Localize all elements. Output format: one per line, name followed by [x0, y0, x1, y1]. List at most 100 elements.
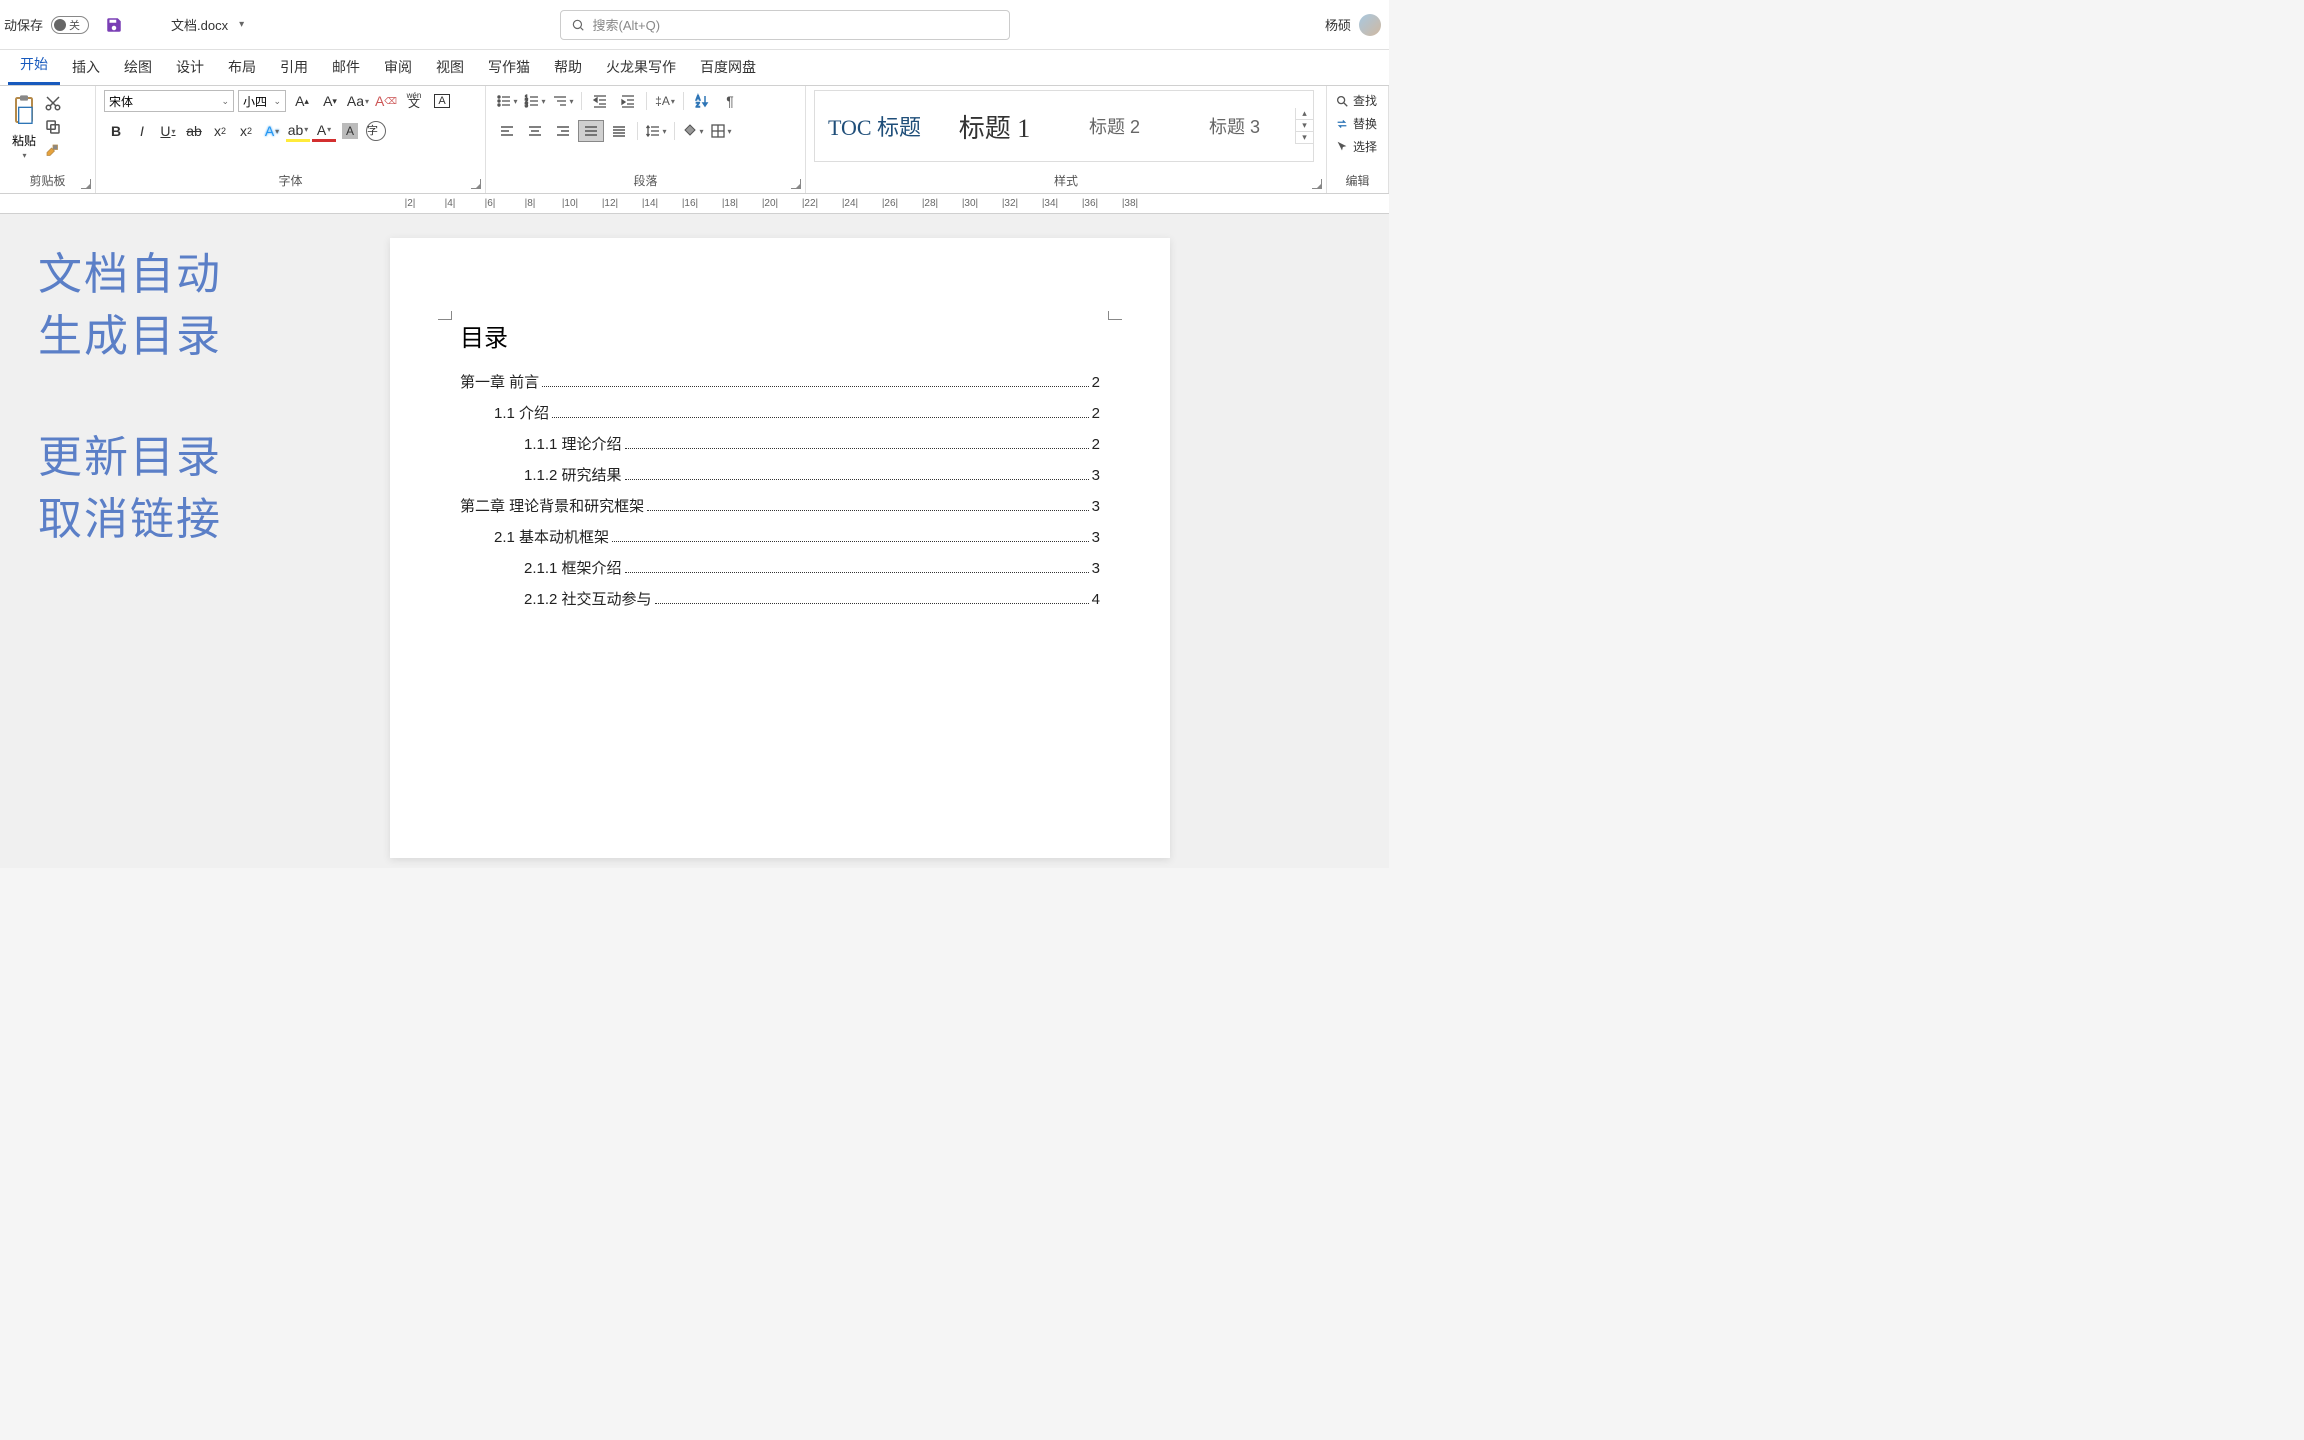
borders-button[interactable]: ▾: [708, 120, 734, 142]
font-launcher[interactable]: [471, 179, 481, 189]
sort-button[interactable]: AZ: [689, 90, 715, 112]
tab-百度网盘[interactable]: 百度网盘: [688, 49, 768, 85]
text-effects-button[interactable]: A▾: [260, 120, 284, 142]
enclose-char-button[interactable]: 字: [364, 120, 388, 142]
select-button[interactable]: 选择: [1335, 138, 1377, 155]
highlight-button[interactable]: ab▾: [286, 120, 310, 142]
gallery-down-button[interactable]: ▾: [1296, 120, 1313, 132]
change-case-button[interactable]: Aa▾: [346, 90, 370, 112]
shading-button[interactable]: ▾: [680, 120, 706, 142]
font-color-button[interactable]: A▾: [312, 120, 336, 142]
style-heading1[interactable]: 标题 1: [935, 91, 1055, 161]
toc-entry[interactable]: 1.1.1 理论介绍2: [460, 433, 1100, 454]
username-label[interactable]: 杨硕: [1325, 15, 1351, 34]
document-area[interactable]: 目录 第一章 前言2 1.1 介绍2 1.1.1 理论介绍2 1.1.2 研究结果3 第…: [370, 214, 1389, 868]
font-size-select[interactable]: 小四⌄: [238, 90, 286, 112]
toc-title[interactable]: 目录: [460, 318, 1100, 353]
decrease-indent-button[interactable]: [587, 90, 613, 112]
superscript-button[interactable]: x2: [234, 120, 258, 142]
gallery-up-button[interactable]: ▴: [1296, 108, 1313, 120]
strikethrough-button[interactable]: ab: [182, 120, 206, 142]
grow-font-button[interactable]: A▴: [290, 90, 314, 112]
avatar[interactable]: [1359, 14, 1381, 36]
paragraph-group-label: 段落: [494, 172, 797, 191]
bullets-button[interactable]: ▾: [494, 90, 520, 112]
tab-审阅[interactable]: 审阅: [372, 49, 424, 85]
char-shading-button[interactable]: A: [338, 120, 362, 142]
ruler-mark: |38|: [1110, 198, 1150, 209]
toc-entry[interactable]: 2.1.2 社交互动参与4: [460, 588, 1100, 609]
search-box[interactable]: 搜索(Alt+Q): [560, 10, 1010, 40]
tab-设计[interactable]: 设计: [164, 49, 216, 85]
replace-button[interactable]: 替换: [1335, 115, 1377, 132]
autosave-label: 动保存: [4, 15, 43, 34]
save-icon[interactable]: [105, 16, 123, 34]
gallery-more-button[interactable]: ▾: [1296, 132, 1313, 144]
tab-插入[interactable]: 插入: [60, 49, 112, 85]
tab-帮助[interactable]: 帮助: [542, 49, 594, 85]
tab-视图[interactable]: 视图: [424, 49, 476, 85]
toc-leader-dots: [542, 386, 1088, 387]
paste-button[interactable]: 粘贴 ▾: [8, 90, 40, 160]
style-toc-heading[interactable]: TOC 标题: [815, 91, 935, 161]
italic-button[interactable]: I: [130, 120, 154, 142]
search-icon: [571, 18, 585, 32]
multilevel-button[interactable]: ▾: [550, 90, 576, 112]
tab-邮件[interactable]: 邮件: [320, 49, 372, 85]
toggle-knob-icon: [54, 19, 66, 31]
page-corner-icon: [438, 306, 452, 320]
style-heading3[interactable]: 标题 3: [1175, 91, 1295, 161]
tab-绘图[interactable]: 绘图: [112, 49, 164, 85]
toc-entry-page: 3: [1092, 529, 1100, 546]
toc-entry-page: 2: [1092, 374, 1100, 391]
underline-button[interactable]: U▾: [156, 120, 180, 142]
toc-entry[interactable]: 1.1 介绍2: [460, 402, 1100, 423]
toc-entry[interactable]: 第一章 前言2: [460, 371, 1100, 392]
clipboard-launcher[interactable]: [81, 179, 91, 189]
toc-leader-dots: [625, 572, 1089, 573]
document-page[interactable]: 目录 第一章 前言2 1.1 介绍2 1.1.1 理论介绍2 1.1.2 研究结果3 第…: [390, 238, 1170, 858]
format-painter-icon[interactable]: [44, 142, 62, 160]
char-border-button[interactable]: A: [430, 90, 454, 112]
copy-icon[interactable]: [44, 118, 62, 136]
clear-format-button[interactable]: A⌫: [374, 90, 398, 112]
align-center-button[interactable]: [522, 120, 548, 142]
paragraph-launcher[interactable]: [791, 179, 801, 189]
toc-entry-page: 2: [1092, 436, 1100, 453]
line-spacing-button[interactable]: ▾: [643, 120, 669, 142]
align-distribute-button[interactable]: [606, 120, 632, 142]
toc-entry[interactable]: 2.1.1 框架介绍3: [460, 557, 1100, 578]
tab-布局[interactable]: 布局: [216, 49, 268, 85]
toc-entry-text: 2.1.1 框架介绍: [524, 557, 622, 578]
bold-button[interactable]: B: [104, 120, 128, 142]
tab-开始[interactable]: 开始: [8, 46, 60, 85]
cut-icon[interactable]: [44, 94, 62, 112]
tab-引用[interactable]: 引用: [268, 49, 320, 85]
subscript-button[interactable]: x2: [208, 120, 232, 142]
tab-写作猫[interactable]: 写作猫: [476, 49, 542, 85]
filename-label[interactable]: 文档.docx: [171, 15, 228, 34]
asian-layout-button[interactable]: ‡A▾: [652, 90, 678, 112]
styles-launcher[interactable]: [1312, 179, 1322, 189]
align-left-button[interactable]: [494, 120, 520, 142]
autosave-toggle[interactable]: 关: [51, 16, 89, 34]
increase-indent-button[interactable]: [615, 90, 641, 112]
toc-entry[interactable]: 第二章 理论背景和研究框架3: [460, 495, 1100, 516]
find-button[interactable]: 查找: [1335, 92, 1377, 109]
numbering-button[interactable]: 123▾: [522, 90, 548, 112]
font-name-select[interactable]: 宋体⌄: [104, 90, 234, 112]
toc-entry-page: 2: [1092, 405, 1100, 422]
filename-dropdown-icon[interactable]: ▾: [239, 19, 244, 30]
toc-entry[interactable]: 2.1 基本动机框架3: [460, 526, 1100, 547]
show-marks-button[interactable]: ¶: [717, 90, 743, 112]
phonetic-guide-button[interactable]: wén文: [402, 90, 426, 112]
style-heading2[interactable]: 标题 2: [1055, 91, 1175, 161]
align-justify-button[interactable]: [578, 120, 604, 142]
ribbon: 粘贴 ▾ 剪贴板 宋体⌄ 小四⌄ A▴ A▾ Aa▾ A⌫: [0, 86, 1389, 194]
horizontal-ruler[interactable]: |2||4||6||8||10||12||14||16||18||20||22|…: [0, 194, 1389, 214]
shrink-font-button[interactable]: A▾: [318, 90, 342, 112]
align-right-button[interactable]: [550, 120, 576, 142]
tab-火龙果写作[interactable]: 火龙果写作: [594, 49, 688, 85]
font-group-label: 字体: [104, 172, 477, 191]
toc-entry[interactable]: 1.1.2 研究结果3: [460, 464, 1100, 485]
